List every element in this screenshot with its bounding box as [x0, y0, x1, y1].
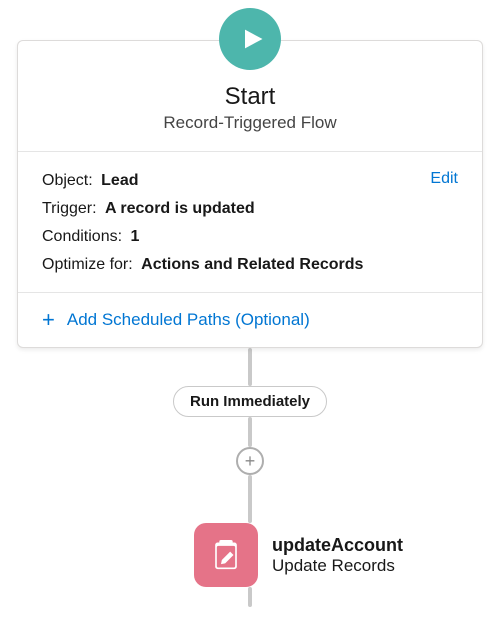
connector-line	[248, 475, 252, 523]
plus-icon: +	[245, 452, 256, 470]
optimize-label: Optimize for:	[42, 256, 133, 273]
add-paths-label: Add Scheduled Paths (Optional)	[67, 310, 310, 330]
update-node-subtitle: Update Records	[272, 556, 403, 576]
start-play-icon	[219, 8, 281, 70]
update-node-title: updateAccount	[272, 535, 403, 556]
start-subtitle: Record-Triggered Flow	[38, 113, 462, 133]
start-title: Start	[38, 83, 462, 111]
run-immediately-chip[interactable]: Run Immediately	[173, 386, 327, 417]
clipboard-edit-icon	[194, 523, 258, 587]
connector-line	[248, 348, 252, 386]
start-node-card[interactable]: Start Record-Triggered Flow Edit Object:…	[17, 40, 483, 348]
trigger-row: Trigger: A record is updated	[42, 200, 458, 218]
optimize-row: Optimize for: Actions and Related Record…	[42, 256, 458, 274]
add-scheduled-paths-button[interactable]: + Add Scheduled Paths (Optional)	[18, 293, 482, 347]
object-row: Object: Lead	[42, 172, 458, 190]
update-node-labels: updateAccount Update Records	[272, 535, 403, 576]
conditions-row: Conditions: 1	[42, 228, 458, 246]
trigger-label: Trigger:	[42, 200, 97, 217]
object-label: Object:	[42, 172, 93, 189]
start-card-body: Edit Object: Lead Trigger: A record is u…	[18, 152, 482, 293]
connector-line	[248, 417, 252, 447]
connector-line	[248, 587, 252, 607]
object-value: Lead	[101, 172, 138, 189]
conditions-label: Conditions:	[42, 228, 122, 245]
optimize-value: Actions and Related Records	[141, 256, 363, 273]
plus-icon: +	[42, 309, 55, 331]
edit-link[interactable]: Edit	[430, 170, 458, 188]
trigger-value: A record is updated	[105, 200, 255, 217]
conditions-value: 1	[131, 228, 140, 245]
add-element-button[interactable]: +	[236, 447, 264, 475]
update-records-node[interactable]: updateAccount Update Records	[194, 523, 494, 587]
